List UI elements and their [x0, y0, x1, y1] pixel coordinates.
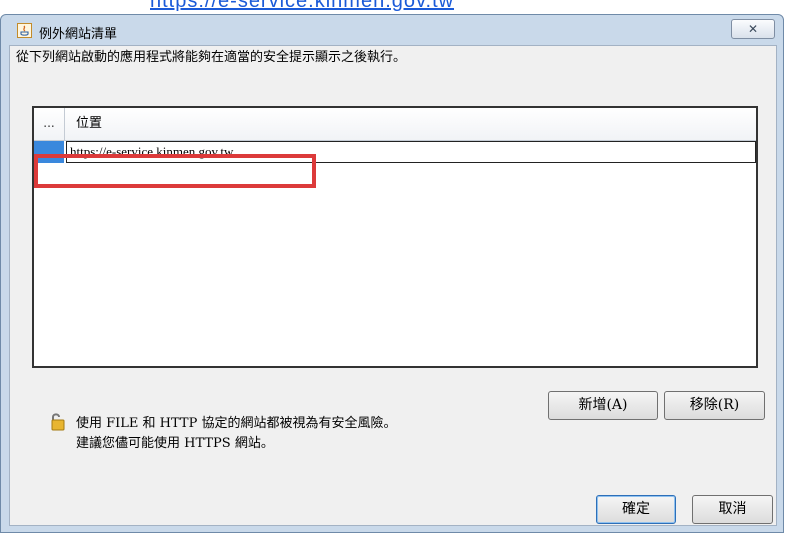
warning-text-line2: 建議您儘可能使用 HTTPS 網站。 [76, 436, 274, 451]
cancel-button[interactable]: 取消 [692, 495, 773, 524]
close-button[interactable]: ✕ [731, 19, 775, 39]
background-link[interactable]: https://e-service.kinmen.gov.tw [150, 0, 454, 12]
background-link-text[interactable]: https://e-service.kinmen.gov.tw [150, 0, 454, 12]
index-column-header: ... [34, 108, 65, 140]
title-bar: 例外網站清單 ✕ [1, 15, 783, 45]
add-button[interactable]: 新增(A) [548, 391, 658, 420]
warning-text-line1: 使用 FILE 和 HTTP 協定的網站都被視為有安全風險。 [76, 416, 397, 431]
site-url-field[interactable]: https://e-service.kinmen.gov.tw [66, 141, 756, 163]
java-icon [17, 23, 32, 38]
location-column-header: 位置 [76, 116, 103, 131]
site-list-table[interactable]: ... 位置 https://e-service.kinmen.gov.tw [32, 106, 758, 368]
row-selection-cell[interactable] [34, 141, 64, 163]
remove-button[interactable]: 移除(R) [664, 391, 765, 420]
open-lock-icon [50, 412, 66, 432]
ok-button[interactable]: 確定 [596, 495, 676, 524]
table-row[interactable]: https://e-service.kinmen.gov.tw [34, 141, 756, 163]
dialog-title: 例外網站清單 [39, 27, 118, 42]
close-icon: ✕ [747, 22, 759, 36]
dialog-description: 從下列網站啟動的應用程式將能夠在適當的安全提示顯示之後執行。 [16, 50, 407, 65]
table-header: ... 位置 [34, 108, 756, 141]
